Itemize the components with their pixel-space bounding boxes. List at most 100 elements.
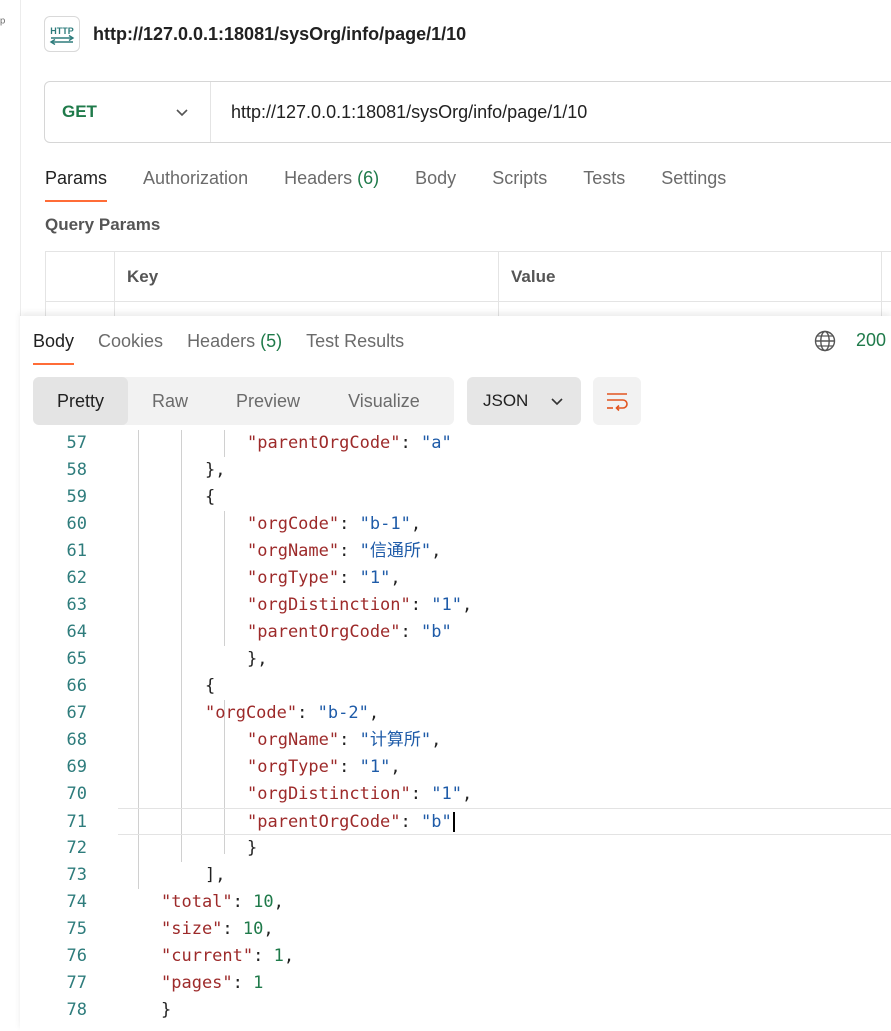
line-number: 62 xyxy=(66,568,87,588)
column-header-value: Value xyxy=(499,252,882,301)
code-text: "orgCode": "b-1", xyxy=(247,514,422,534)
tab-settings[interactable]: Settings xyxy=(661,164,726,194)
code-text: } xyxy=(161,1000,172,1020)
format-pretty-button[interactable]: Pretty xyxy=(33,377,129,425)
chevron-down-icon xyxy=(176,109,188,117)
tab-label: Params xyxy=(45,168,108,188)
line-number: 70 xyxy=(66,784,87,804)
response-tabs: Body Cookies Headers (5) Test Results xyxy=(33,328,428,368)
tab-scripts[interactable]: Scripts xyxy=(492,164,547,194)
code-line[interactable]: 74 "total": 10, xyxy=(20,889,891,916)
code-text: "size": 10, xyxy=(161,919,274,939)
left-sidebar-strip: ᵖ xyxy=(0,0,21,1031)
line-number: 59 xyxy=(66,487,87,507)
query-params-table: Key Value xyxy=(45,251,891,318)
format-preview-button[interactable]: Preview xyxy=(212,377,324,425)
code-line[interactable]: 58}, xyxy=(20,457,891,484)
code-line[interactable]: 67 "orgCode": "b-2", xyxy=(20,700,891,727)
code-line[interactable]: 65}, xyxy=(20,646,891,673)
tab-authorization[interactable]: Authorization xyxy=(143,164,248,194)
code-text: }, xyxy=(247,649,268,669)
line-number: 74 xyxy=(66,892,87,912)
line-number: 68 xyxy=(66,730,87,750)
request-tabs: Params Authorization Headers (6) Body Sc… xyxy=(45,164,762,204)
tab-response-headers[interactable]: Headers (5) xyxy=(187,328,282,356)
tab-tests[interactable]: Tests xyxy=(583,164,625,194)
tab-params[interactable]: Params xyxy=(45,164,108,202)
code-line[interactable]: 78} xyxy=(20,997,891,1024)
tab-label: Headers xyxy=(284,168,353,188)
url-bar: GET http://127.0.0.1:18081/sysOrg/info/p… xyxy=(44,81,891,143)
code-line[interactable]: 73], xyxy=(20,862,891,889)
code-text: "current": 1, xyxy=(161,946,295,966)
globe-icon[interactable] xyxy=(813,329,837,353)
code-text: "orgType": "1", xyxy=(247,757,401,777)
tab-label: Scripts xyxy=(492,168,548,188)
tab-label: Headers xyxy=(187,331,256,351)
tab-count: (5) xyxy=(260,331,283,351)
line-number: 65 xyxy=(66,649,87,669)
code-line[interactable]: 77 "pages": 1 xyxy=(20,970,891,997)
language-select[interactable]: JSON xyxy=(467,377,581,425)
tab-label: Test Results xyxy=(306,331,405,351)
code-text: "pages": 1 xyxy=(161,973,264,993)
code-line[interactable]: 64 "parentOrgCode": "b" xyxy=(20,619,891,646)
column-header-key: Key xyxy=(115,252,499,301)
code-line[interactable]: 75 "size": 10, xyxy=(20,916,891,943)
line-number: 73 xyxy=(66,865,87,885)
code-text: "total": 10, xyxy=(161,892,284,912)
code-line[interactable]: 71 "parentOrgCode": "b" xyxy=(67,808,891,835)
response-panel: Body Cookies Headers (5) Test Results 20… xyxy=(20,316,891,1031)
code-text: "parentOrgCode": "b" xyxy=(247,622,452,642)
line-number: 76 xyxy=(66,946,87,966)
request-title[interactable]: http://127.0.0.1:18081/sysOrg/info/page/… xyxy=(93,24,466,45)
code-line[interactable]: 59 { xyxy=(20,484,891,511)
sidebar-edge-icon: ᵖ xyxy=(0,14,6,30)
code-line[interactable]: 62 "orgType": "1", xyxy=(20,565,891,592)
tab-headers[interactable]: Headers (6) xyxy=(284,164,379,194)
format-visualize-button[interactable]: Visualize xyxy=(324,377,444,425)
tab-label: Authorization xyxy=(143,168,249,188)
code-line[interactable]: 63 "orgDistinction": "1", xyxy=(20,592,891,619)
line-number: 77 xyxy=(66,973,87,993)
code-text: ], xyxy=(205,865,226,885)
code-line[interactable]: 60 "orgCode": "b-1", xyxy=(20,511,891,538)
format-toggle-group: Pretty Raw Preview Visualize xyxy=(33,377,454,425)
code-text: } xyxy=(247,838,258,858)
tab-label: Tests xyxy=(583,168,626,188)
code-line[interactable]: 72} xyxy=(20,835,891,862)
code-line[interactable]: 68 "orgName": "计算所", xyxy=(20,727,891,754)
code-line[interactable]: 61 "orgName": "信通所", xyxy=(20,538,891,565)
code-line[interactable]: 66 { xyxy=(20,673,891,700)
method-select[interactable]: GET xyxy=(45,82,211,142)
tab-response-body[interactable]: Body xyxy=(33,328,75,365)
response-code-editor[interactable]: 57 "parentOrgCode": "a" 58}, 59 {60 "orgCode"… xyxy=(20,430,891,1031)
code-line[interactable]: 69 "orgType": "1", xyxy=(20,754,891,781)
code-line[interactable]: 57 "parentOrgCode": "a" xyxy=(20,430,891,457)
line-number: 75 xyxy=(66,919,87,939)
wrap-lines-icon xyxy=(607,393,628,412)
wrap-lines-button[interactable] xyxy=(593,377,641,425)
line-number: 66 xyxy=(66,676,87,696)
line-number: 72 xyxy=(66,838,87,858)
status-code[interactable]: 200 xyxy=(856,330,886,351)
tab-test-results[interactable]: Test Results xyxy=(306,328,404,356)
tab-body[interactable]: Body xyxy=(415,164,456,194)
request-title-bar: HTTP http://127.0.0.1:18081/sysOrg/info/… xyxy=(44,16,466,52)
line-number: 64 xyxy=(66,622,87,642)
tab-label: Settings xyxy=(661,168,727,188)
line-number: 69 xyxy=(66,757,87,777)
code-text: { xyxy=(205,487,216,507)
tab-cookies[interactable]: Cookies xyxy=(98,328,163,356)
code-text: "orgName": "计算所", xyxy=(247,730,442,750)
code-text: "orgDistinction": "1", xyxy=(247,784,473,804)
format-raw-button[interactable]: Raw xyxy=(128,377,212,425)
query-params-heading: Query Params xyxy=(45,215,161,234)
line-number: 57 xyxy=(66,433,87,453)
text-caret xyxy=(452,812,455,832)
line-number: 78 xyxy=(66,1000,87,1020)
code-line[interactable]: 70 "orgDistinction": "1", xyxy=(20,781,891,808)
url-input[interactable]: http://127.0.0.1:18081/sysOrg/info/page/… xyxy=(231,102,587,123)
code-line[interactable]: 76 "current": 1, xyxy=(20,943,891,970)
tab-label: Body xyxy=(33,331,75,351)
